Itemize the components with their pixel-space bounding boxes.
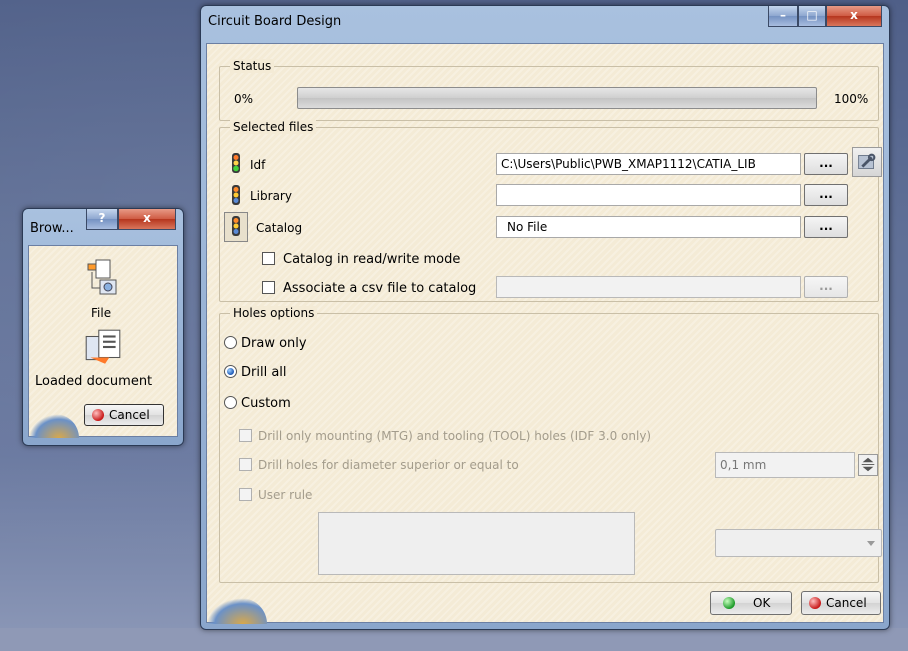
browse-window: Brow... ? x File Loaded document Cancel xyxy=(22,208,184,446)
user-rule-text-area[interactable] xyxy=(318,512,635,575)
status-group: Status 0% 100% xyxy=(219,59,879,121)
user-rule-combo[interactable] xyxy=(715,529,882,557)
catalog-rw-checkbox[interactable] xyxy=(262,252,275,265)
browse-cancel-label: Cancel xyxy=(109,408,150,422)
custom-label: Custom xyxy=(241,396,291,411)
catalog-path-field[interactable]: No File xyxy=(496,216,801,238)
maximize-button[interactable]: □ xyxy=(798,6,826,27)
diameter-spinner[interactable] xyxy=(858,454,878,476)
draw-only-label: Draw only xyxy=(241,336,307,351)
browse-close-button[interactable]: x xyxy=(118,209,176,230)
minimize-button[interactable]: – xyxy=(768,6,798,27)
drill-all-label: Drill all xyxy=(241,365,287,380)
browse-corner-decoration xyxy=(29,414,79,438)
user-rule-checkbox[interactable] xyxy=(239,488,252,501)
progress-end-label: 100% xyxy=(834,92,869,106)
close-button[interactable]: x xyxy=(826,6,882,27)
diameter-value-field[interactable]: 0,1 mm xyxy=(715,452,855,478)
main-titlebar[interactable]: Circuit Board Design – □ x xyxy=(201,6,889,36)
file-label: File xyxy=(91,306,112,320)
catalog-browse-button[interactable]: ... xyxy=(804,216,848,238)
traffic-light-orange-icon xyxy=(232,185,240,205)
cancel-bulb-icon xyxy=(92,409,104,421)
diameter-label: Drill holes for diameter superior or equ… xyxy=(258,458,519,472)
traffic-light-orange-icon xyxy=(232,216,240,236)
file-browse-icon xyxy=(87,259,117,295)
csv-browse-button[interactable]: ... xyxy=(804,276,848,298)
selected-files-group: Selected files Idf C:\Users\Public\PWB_X… xyxy=(219,120,882,302)
holes-options-group-title: Holes options xyxy=(230,306,318,320)
ok-label: OK xyxy=(753,596,771,610)
cancel-label: Cancel xyxy=(826,596,867,610)
cancel-button[interactable]: Cancel xyxy=(801,591,881,615)
associate-csv-label: Associate a csv file to catalog xyxy=(283,281,477,296)
browse-client-area: File Loaded document Cancel xyxy=(28,245,179,438)
catalog-rw-label: Catalog in read/write mode xyxy=(283,252,461,267)
library-path-field[interactable] xyxy=(496,184,801,206)
corner-decoration xyxy=(207,598,267,624)
mtg-holes-label: Drill only mounting (MTG) and tooling (T… xyxy=(258,429,652,443)
idf-path-field[interactable]: C:\Users\Public\PWB_XMAP1112\CATIA_LIB xyxy=(496,153,801,175)
browse-window-title: Brow... xyxy=(30,221,74,236)
traffic-light-green-icon xyxy=(232,153,240,173)
window-title: Circuit Board Design xyxy=(208,14,342,29)
cancel-bulb-icon xyxy=(809,597,821,609)
settings-wrench-icon[interactable] xyxy=(852,147,882,177)
loaded-document-label: Loaded document xyxy=(35,374,153,389)
circuit-board-design-window: Circuit Board Design – □ x Status 0% 100… xyxy=(200,5,890,630)
draw-only-radio[interactable] xyxy=(224,336,237,349)
diameter-checkbox[interactable] xyxy=(239,458,252,471)
custom-radio[interactable] xyxy=(224,396,237,409)
loaded-document-icon xyxy=(85,329,121,364)
associate-csv-checkbox[interactable] xyxy=(262,281,275,294)
library-browse-button[interactable]: ... xyxy=(804,184,848,206)
status-progress-bar xyxy=(297,87,817,109)
catalog-label: Catalog xyxy=(256,221,303,235)
status-group-title: Status xyxy=(230,59,275,73)
mtg-holes-checkbox[interactable] xyxy=(239,429,252,442)
chevron-down-icon xyxy=(867,541,875,546)
idf-browse-button[interactable]: ... xyxy=(804,153,848,175)
csv-path-field[interactable] xyxy=(496,276,801,298)
user-rule-label: User rule xyxy=(258,488,313,502)
browse-cancel-button[interactable]: Cancel xyxy=(84,404,164,426)
loaded-document-button[interactable]: Loaded document xyxy=(29,326,179,390)
browse-titlebar[interactable]: Brow... ? x xyxy=(23,209,183,239)
file-browse-button[interactable]: File xyxy=(73,258,131,326)
progress-start-label: 0% xyxy=(234,92,254,106)
holes-options-group: Holes options Draw only Drill all Custom… xyxy=(219,306,882,583)
ok-button[interactable]: OK xyxy=(710,591,792,615)
drill-all-radio[interactable] xyxy=(224,365,237,378)
selected-files-group-title: Selected files xyxy=(230,120,317,134)
idf-label: Idf xyxy=(250,158,266,172)
help-button[interactable]: ? xyxy=(86,209,118,230)
ok-bulb-icon xyxy=(723,597,735,609)
dialog-client-area: Status 0% 100% Selected files Idf C:\Use… xyxy=(206,43,884,624)
library-label: Library xyxy=(250,189,292,203)
